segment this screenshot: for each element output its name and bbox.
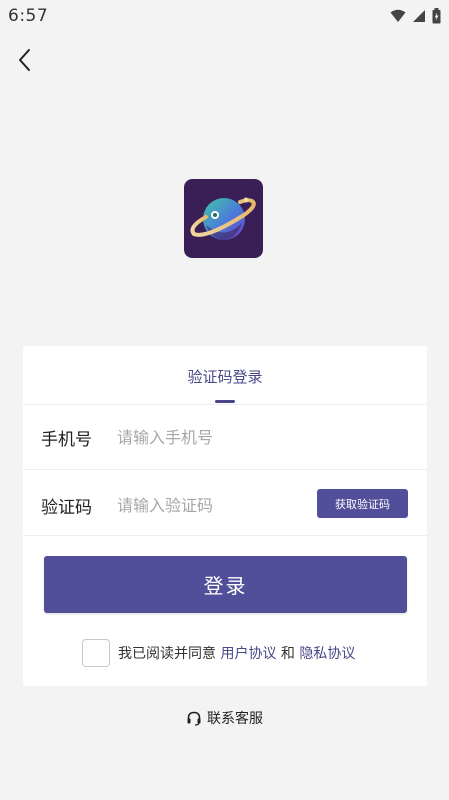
user-agreement-link[interactable]: 用户协议 [220, 643, 276, 663]
code-row: 验证码 获取验证码 [23, 473, 427, 537]
status-bar: 6:57 [0, 0, 449, 32]
battery-icon [432, 8, 441, 24]
login-card: 验证码登录 手机号 验证码 获取验证码 登录 我已阅读并同意 用户协议 和 隐私… [23, 346, 427, 686]
get-code-button[interactable]: 获取验证码 [317, 489, 408, 518]
divider [23, 469, 427, 470]
status-time: 6:57 [8, 6, 49, 26]
back-arrow-icon [19, 49, 30, 71]
wifi-icon [390, 9, 406, 22]
tab-active-indicator [215, 400, 235, 403]
phone-row: 手机号 [23, 405, 427, 469]
agreement-conjunction: 和 [280, 646, 295, 662]
planet-logo-icon [184, 179, 263, 258]
contact-service-label: 联系客服 [207, 711, 263, 727]
status-icons [390, 8, 441, 24]
divider [23, 535, 427, 536]
agreement-checkbox[interactable] [82, 639, 110, 667]
agreement-row: 我已阅读并同意 用户协议 和 隐私协议 [82, 638, 355, 668]
code-label: 验证码 [41, 497, 92, 518]
tab-verification-login[interactable]: 验证码登录 [23, 366, 427, 387]
agreement-prefix: 我已阅读并同意 [118, 646, 216, 662]
signal-icon [413, 10, 425, 22]
back-button[interactable] [10, 45, 40, 75]
phone-input[interactable] [117, 427, 427, 447]
phone-label: 手机号 [41, 429, 92, 450]
login-button[interactable]: 登录 [44, 556, 407, 613]
headset-icon [187, 711, 201, 726]
app-logo [184, 179, 263, 258]
privacy-policy-link[interactable]: 隐私协议 [299, 643, 355, 663]
contact-service-button[interactable]: 联系客服 [0, 708, 449, 728]
